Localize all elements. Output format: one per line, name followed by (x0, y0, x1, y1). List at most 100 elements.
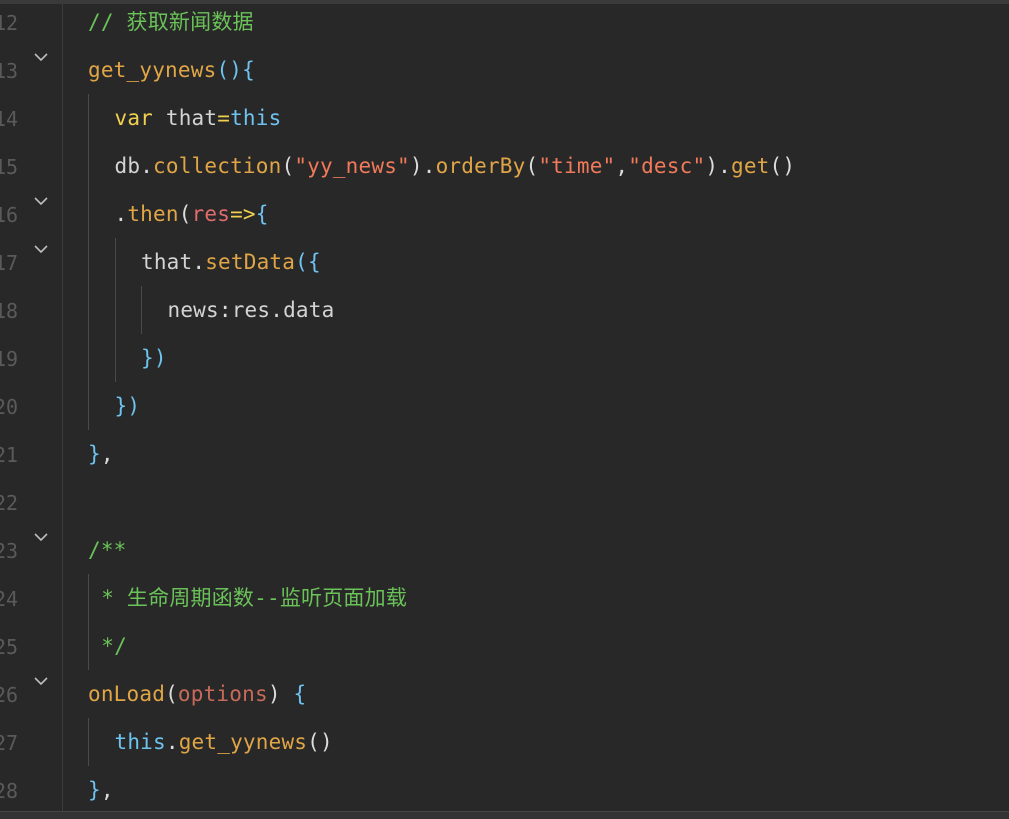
code-token: = (217, 106, 231, 130)
chevron-down-icon[interactable] (34, 52, 48, 64)
code-line[interactable]: 18 news:res.data (0, 288, 1009, 336)
code-line[interactable]: 15 db.collection("yy_news").orderBy("time… (0, 144, 1009, 192)
code-token: this (114, 730, 166, 754)
indent-guide (141, 286, 142, 334)
code-token: get_yynews (178, 730, 308, 754)
code-line[interactable]: 22 (0, 480, 1009, 528)
code-line[interactable]: 20}) (0, 384, 1009, 432)
code-token: onLoad (88, 682, 166, 706)
code-line[interactable]: 13 get_yynews(){ (0, 48, 1009, 96)
line-number: 24 (0, 587, 19, 611)
code-token: ( (178, 202, 192, 226)
code-line[interactable]: 23 /** (0, 528, 1009, 576)
line-number: 20 (0, 395, 19, 419)
code-token: ). (705, 154, 731, 178)
code-token: , (100, 778, 114, 802)
line-number: 13 (0, 59, 19, 83)
indent-guide (88, 718, 89, 766)
code-text: * 生命周期函数--监听页面加载 (101, 584, 407, 612)
code-line[interactable]: 26 onLoad(options) { (0, 672, 1009, 720)
line-number: 16 (0, 203, 19, 227)
code-token: options (177, 682, 268, 706)
code-line[interactable]: 17 that.setData({ (0, 240, 1009, 288)
code-text: }, (88, 776, 114, 804)
code-token: res (191, 202, 231, 226)
code-text: }) (115, 392, 141, 420)
code-text: news:res.data (168, 296, 335, 324)
code-text: */ (101, 632, 127, 660)
code-token: var (114, 106, 154, 130)
code-editor[interactable]: 12// 获取新闻数据 13 get_yynews(){14 var that=thi… (0, 0, 1009, 819)
code-line[interactable]: 25 */ (0, 624, 1009, 672)
code-token: , (100, 442, 114, 466)
code-text: onLoad(options) { (88, 680, 306, 708)
code-token: } (88, 778, 101, 802)
code-text: /** (88, 536, 127, 564)
code-line[interactable]: 14 var that=this (0, 96, 1009, 144)
code-text: var that=this (115, 104, 282, 132)
code-token: "desc" (628, 154, 706, 178)
code-token: : (218, 298, 232, 322)
code-token: } (88, 442, 101, 466)
code-text: }, (88, 440, 114, 468)
code-token: "time" (538, 154, 616, 178)
code-token: ( (165, 682, 178, 706)
code-line[interactable]: 24 * 生命周期函数--监听页面加载 (0, 576, 1009, 624)
code-token: . (192, 250, 206, 274)
line-number: 14 (0, 107, 19, 131)
chevron-down-icon[interactable] (34, 676, 48, 688)
code-token: that (141, 250, 193, 274)
line-number: 22 (0, 491, 19, 515)
chevron-down-icon[interactable] (34, 532, 48, 544)
code-text: that.setData({ (141, 248, 321, 276)
line-number: 15 (0, 155, 19, 179)
code-token: () (769, 154, 796, 178)
line-number: 27 (0, 731, 19, 755)
line-number: 23 (0, 539, 19, 563)
indent-guide (88, 94, 89, 430)
code-text: this.get_yynews() (115, 728, 333, 756)
code-token: { (255, 202, 269, 226)
code-token: . (165, 730, 179, 754)
code-token: { (293, 682, 307, 706)
code-token: => (230, 202, 256, 226)
code-text: // 获取新闻数据 (88, 8, 254, 36)
code-token: . (114, 202, 128, 226)
code-text: .then(res=>{ (115, 200, 269, 228)
chevron-down-icon[interactable] (34, 244, 48, 256)
code-line[interactable]: 12 // 获取新闻数据 (0, 0, 1009, 48)
code-token: that (153, 106, 218, 130)
chevron-down-icon[interactable] (34, 196, 48, 208)
line-number: 19 (0, 347, 19, 371)
line-number: 21 (0, 443, 19, 467)
code-text: }) (141, 344, 167, 372)
code-line[interactable]: 27 this.get_yynews() (0, 720, 1009, 768)
code-token: get_yynews (88, 58, 217, 82)
code-line[interactable]: 19}) (0, 336, 1009, 384)
code-token: this (230, 106, 282, 130)
code-token: /** (88, 538, 127, 562)
code-token: */ (101, 634, 127, 658)
code-token: // 获取新闻数据 (88, 10, 254, 34)
code-token: , (615, 154, 629, 178)
code-token: ) (267, 682, 281, 706)
line-number: 25 (0, 635, 19, 659)
code-line[interactable]: 16 .then(res=>{ (0, 192, 1009, 240)
code-token: ({ (295, 250, 321, 274)
code-token: () (307, 730, 333, 754)
code-line[interactable]: 28}, (0, 768, 1009, 816)
line-number: 17 (0, 251, 19, 275)
code-token: setData (205, 250, 296, 274)
code-token: (){ (216, 58, 255, 82)
code-text: get_yynews(){ (88, 56, 255, 84)
code-line[interactable]: 21}, (0, 432, 1009, 480)
code-token: news (167, 298, 219, 322)
code-token: res.data (231, 298, 335, 322)
editor-bottom-border (0, 811, 1009, 819)
line-number: 26 (0, 683, 19, 707)
code-text: db.collection("yy_news").orderBy("time",… (115, 152, 796, 180)
code-token: collection (153, 154, 282, 178)
code-token: }) (114, 394, 141, 418)
code-token: ( (525, 154, 539, 178)
code-token: . (140, 154, 154, 178)
